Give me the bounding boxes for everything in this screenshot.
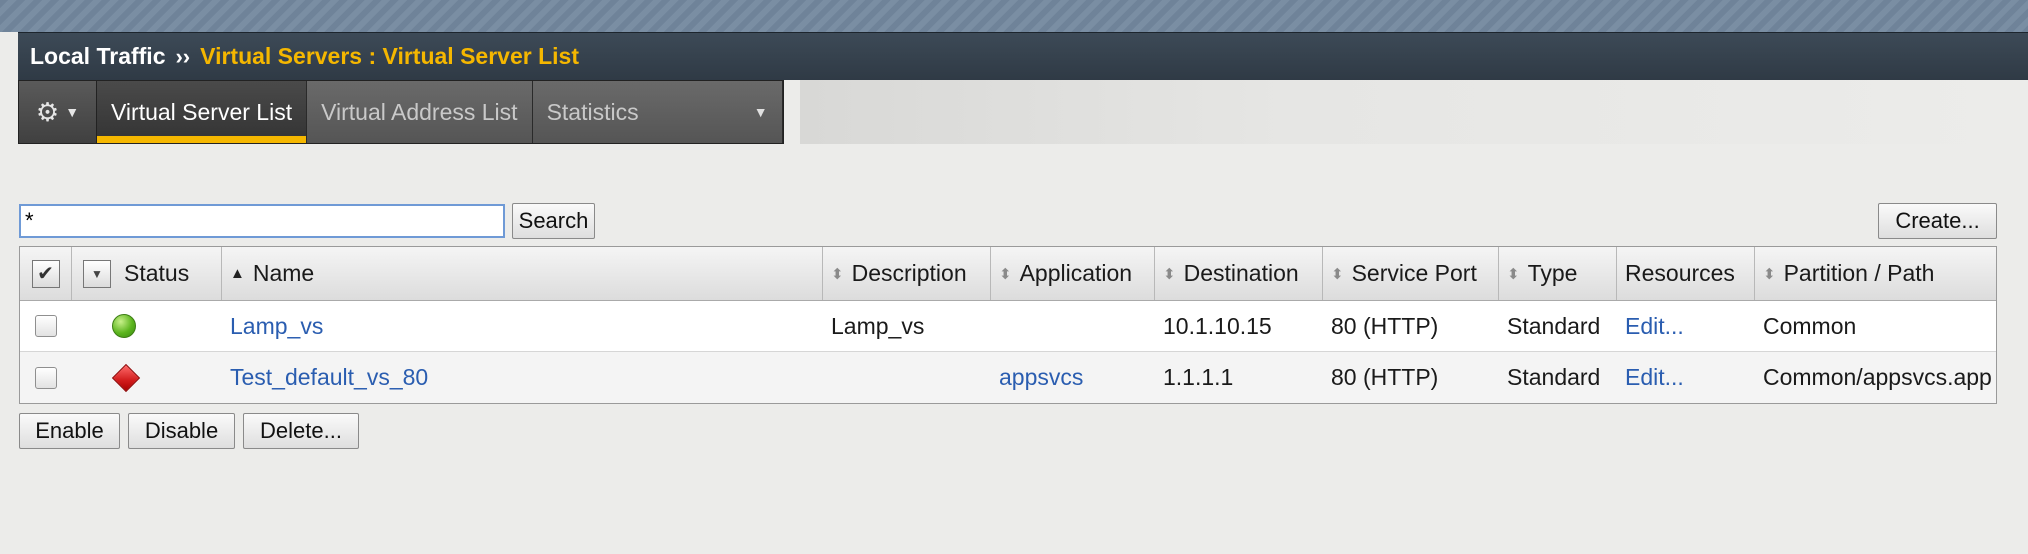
column-header-label: Name <box>252 260 315 286</box>
status-cell <box>72 301 222 351</box>
tab-background <box>800 80 2028 144</box>
virtual-server-name-link[interactable]: Lamp_vs <box>222 301 823 351</box>
search-input[interactable] <box>19 204 505 238</box>
create-button[interactable]: Create... <box>1878 203 1997 239</box>
sort-ascending-icon: ▲ <box>230 265 245 282</box>
sort-icon: ⬍ <box>999 265 1012 283</box>
red-diamond-icon <box>111 363 141 392</box>
service-port-cell: 80 (HTTP) <box>1331 364 1439 390</box>
column-header-label: Application <box>1019 260 1133 286</box>
application-link[interactable]: appsvcs <box>991 352 1155 403</box>
resources-edit-link[interactable]: Edit... <box>1617 301 1755 351</box>
tab-label: Virtual Address List <box>321 98 518 125</box>
row-select-cell <box>20 352 72 403</box>
breadcrumb: Local Traffic ›› Virtual Servers : Virtu… <box>18 32 2028 80</box>
col-service-port[interactable]: ⬍ Service Port <box>1323 247 1499 300</box>
chevron-down-icon: ▼ <box>753 104 768 120</box>
tab-label: Virtual Server List <box>111 98 293 125</box>
sort-icon: ⬍ <box>831 265 844 283</box>
partition-cell: Common <box>1763 312 1857 339</box>
gear-icon: ⚙ <box>35 96 60 127</box>
disable-button[interactable]: Disable <box>128 413 235 449</box>
green-circle-icon <box>112 314 136 338</box>
sort-icon: ⬍ <box>1163 265 1176 283</box>
type-cell: Standard <box>1507 364 1601 390</box>
tab-virtual-address-list[interactable]: Virtual Address List <box>307 81 533 143</box>
status-filter-dropdown[interactable]: ▼ <box>83 259 111 288</box>
col-status[interactable]: Status <box>122 247 222 300</box>
row-checkbox[interactable] <box>35 366 57 389</box>
tab-strip: ⚙ ▼ Virtual Server List Virtual Address L… <box>18 80 784 144</box>
row-select-cell <box>20 301 72 351</box>
enable-button[interactable]: Enable <box>19 413 120 449</box>
resources-edit-link[interactable]: Edit... <box>1617 352 1755 403</box>
column-header-label: Resources <box>1625 260 1735 286</box>
col-name[interactable]: ▲ Name <box>222 247 823 300</box>
col-destination[interactable]: ⬍ Destination <box>1155 247 1323 300</box>
status-filter-cell: ▼ <box>72 247 122 300</box>
application-cell <box>991 301 1155 351</box>
chevron-down-icon: ▼ <box>65 104 80 120</box>
column-header-label: Service Port <box>1351 260 1477 286</box>
col-type[interactable]: ⬍ Type <box>1499 247 1617 300</box>
row-checkbox[interactable] <box>35 315 57 337</box>
select-all-cell: ✔ <box>20 247 72 300</box>
gear-menu-button[interactable]: ⚙ ▼ <box>19 81 97 143</box>
sort-icon: ⬍ <box>1331 265 1344 283</box>
col-partition[interactable]: ⬍ Partition / Path <box>1755 247 1995 300</box>
sort-icon: ⬍ <box>1763 265 1776 283</box>
column-header-label: Destination <box>1183 260 1299 286</box>
search-button[interactable]: Search <box>512 203 595 239</box>
table-header: ✔ ▼ Status ▲ Name ⬍ Description ⬍ Applic… <box>20 247 1996 301</box>
breadcrumb-root[interactable]: Local Traffic <box>30 43 165 70</box>
table-row: Test_default_vs_80 appsvcs 1.1.1.1 80 (H… <box>20 352 1996 403</box>
col-description[interactable]: ⬍ Description <box>823 247 991 300</box>
col-application[interactable]: ⬍ Application <box>991 247 1155 300</box>
destination-cell: 10.1.10.15 <box>1163 312 1272 339</box>
status-cell <box>72 352 222 403</box>
destination-cell: 1.1.1.1 <box>1163 364 1234 390</box>
tab-label: Statistics <box>546 98 639 125</box>
tab-virtual-server-list[interactable]: Virtual Server List <box>97 81 308 143</box>
delete-button[interactable]: Delete... <box>243 413 359 449</box>
column-header-label: Type <box>1527 260 1578 286</box>
col-resources: Resources <box>1617 247 1755 300</box>
breadcrumb-separator: ›› <box>175 43 191 69</box>
partition-cell: Common/appsvcs.app <box>1763 364 1992 390</box>
column-header-label: Description <box>851 260 967 286</box>
virtual-server-name-link[interactable]: Test_default_vs_80 <box>222 352 823 403</box>
column-header-label: Status <box>124 260 190 286</box>
description-cell: Lamp_vs <box>831 312 925 339</box>
top-banner <box>0 0 2028 32</box>
breadcrumb-current: Virtual Servers : Virtual Server List <box>200 43 579 69</box>
virtual-server-table: ✔ ▼ Status ▲ Name ⬍ Description ⬍ Applic… <box>19 246 1997 404</box>
sort-icon: ⬍ <box>1507 265 1520 283</box>
tab-statistics[interactable]: Statistics ▼ <box>532 81 783 143</box>
type-cell: Standard <box>1507 312 1601 339</box>
select-all-checkbox[interactable]: ✔ <box>31 259 60 288</box>
table-row: Lamp_vs Lamp_vs 10.1.10.15 80 (HTTP) Sta… <box>20 301 1996 352</box>
service-port-cell: 80 (HTTP) <box>1331 312 1439 339</box>
description-cell <box>823 352 991 403</box>
column-header-label: Partition / Path <box>1783 260 1935 286</box>
